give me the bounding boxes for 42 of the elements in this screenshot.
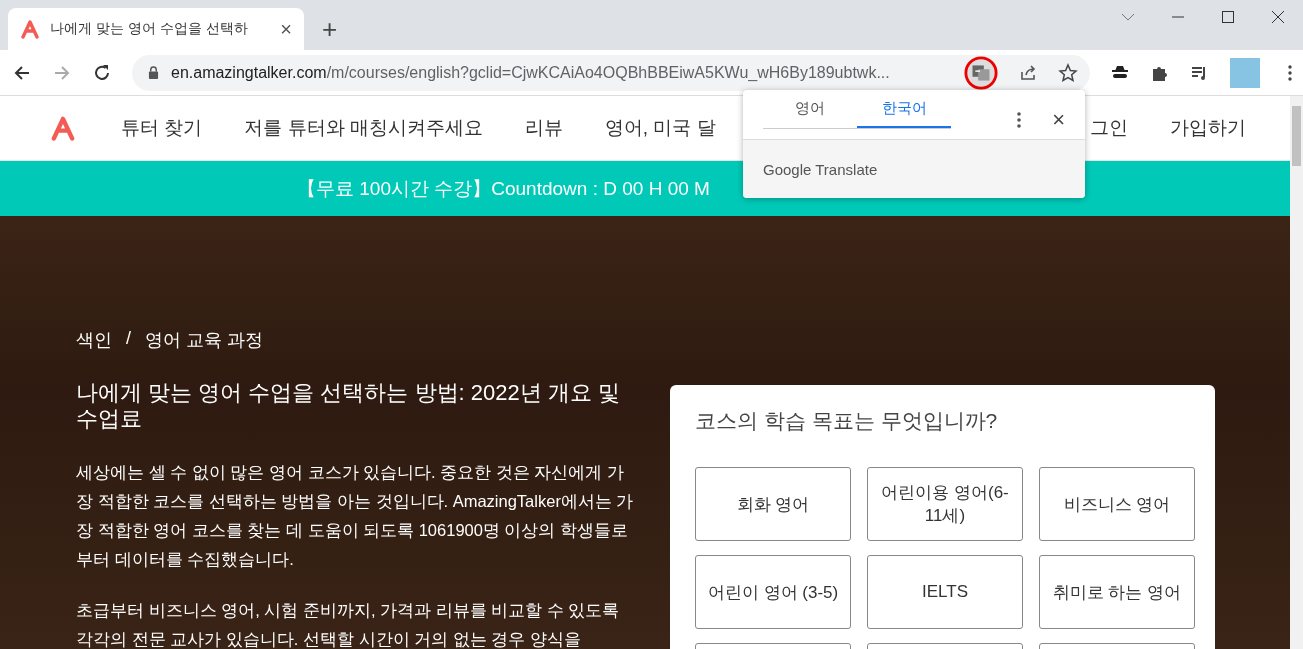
lock-icon: [148, 66, 159, 79]
nav-link[interactable]: 그인: [1090, 115, 1128, 141]
countdown-text: 【무료 100시간 수강】Countdown : D 00 H 00 M: [297, 176, 710, 201]
nav-link[interactable]: 리뷰: [524, 115, 563, 141]
body-paragraph: 세상에는 셀 수 없이 많은 영어 코스가 있습니다. 중요한 것은 자신에게 가장 적합한 코스를 선택하는 방법을 아는 것입니다. AmazingTalker에서는 가장 적합한 영어 코스를 찾는 데 도움이 되도록 1061900명 이상의 학생들로부터 데이터를 수집했습니다.: [76, 462, 635, 570]
share-icon[interactable]: [1018, 62, 1038, 83]
google-translate-logo: Google Translate: [763, 160, 878, 178]
scrollbar-thumb[interactable]: [1292, 106, 1301, 166]
maximize-icon[interactable]: [1221, 10, 1235, 24]
breadcrumb-link[interactable]: 색인: [76, 328, 112, 352]
nav-link[interactable]: 저를 튜터와 매칭시켜주세요: [244, 115, 483, 141]
translate-icon[interactable]: [964, 55, 998, 90]
scrollbar[interactable]: [1290, 96, 1303, 649]
option-button[interactable]: 회화 영어: [695, 467, 851, 541]
option-button[interactable]: IELTS: [867, 555, 1023, 629]
tab-close-button[interactable]: ×: [280, 19, 292, 39]
language-tab[interactable]: 영어: [763, 91, 857, 128]
site-logo-icon[interactable]: [50, 115, 76, 141]
new-tab-button[interactable]: +: [322, 16, 338, 42]
option-button[interactable]: 비즈니스 영어: [1039, 467, 1195, 541]
option-button[interactable]: 어린이 영어 (3-5): [695, 555, 851, 629]
star-icon[interactable]: [1058, 62, 1078, 83]
browser-tab[interactable]: 나에게 맞는 영어 수업을 선택하 ×: [8, 8, 304, 50]
more-icon[interactable]: [1016, 109, 1023, 130]
close-button[interactable]: ×: [1052, 106, 1065, 133]
tab-title: 나에게 맞는 영어 수업을 선택하: [50, 20, 249, 38]
reload-icon[interactable]: [92, 62, 112, 83]
nav-link[interactable]: 튜터 찾기: [121, 115, 203, 141]
option-button[interactable]: 취미로 하는 영어: [1039, 555, 1195, 629]
language-tab[interactable]: 한국어: [857, 91, 951, 128]
nav-link[interactable]: 가입하기: [1170, 115, 1246, 141]
address-bar[interactable]: en.amazingtalker.com/m/courses/english?gclid=CjwKCAiAo4OQBhBBEiwA5KWu_wH6By189ubtwk...: [132, 54, 1090, 91]
option-button[interactable]: 어린이용 영어(6-11세): [867, 467, 1023, 541]
breadcrumb-separator: /: [126, 328, 131, 350]
url-text: en.amazingtalker.com/m/courses/english?gclid=CjwKCAiAo4OQBhBBEiwA5KWu_wH6By189ubtwk...: [171, 63, 891, 82]
close-icon[interactable]: [1271, 10, 1285, 24]
body-paragraph: 초급부터 비즈니스 영어, 시험 준비까지, 가격과 리뷰를 비교할 수 있도록 각각의 전문 교사가 있습니다. 선택할 시간이 거의 없는 경우 양식을: [76, 600, 621, 649]
site-logo-icon: [20, 19, 40, 39]
nav-link[interactable]: 영어, 미국 달: [604, 115, 716, 141]
page-heading: 나에게 맞는 영어 수업을 선택하는 방법: 2022년 개요 및 수업료: [76, 380, 621, 432]
breadcrumb-link[interactable]: 영어 교육 과정: [145, 328, 264, 352]
card-title: 코스의 학습 목표는 무엇입니까?: [695, 408, 999, 434]
